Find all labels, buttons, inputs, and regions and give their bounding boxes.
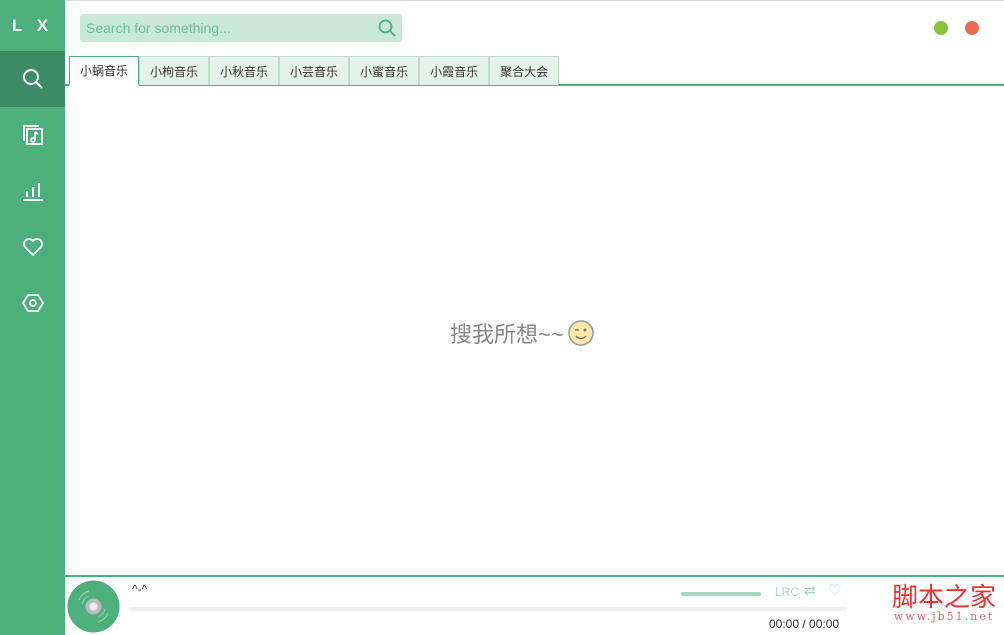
tab-source[interactable]: 聚合大会 xyxy=(489,56,560,85)
sidebar: L X xyxy=(0,0,65,635)
heart-icon xyxy=(22,238,43,257)
wink-emoji-icon xyxy=(567,320,594,346)
tab-source[interactable]: 小蜜音乐 xyxy=(349,56,420,85)
settings-icon xyxy=(21,294,44,312)
music-list-icon xyxy=(22,125,43,145)
watermark: 脚本之家 www.jb51.net xyxy=(891,583,996,623)
favorite-icon[interactable]: ♡ xyxy=(828,581,841,599)
player-bar: ^-^ 00:00 / 00:00 LRC ⇄ ♡ 脚本之家 www.jb51.n… xyxy=(65,575,1004,635)
search-box[interactable] xyxy=(80,14,402,42)
nav-favorites[interactable] xyxy=(0,219,65,275)
search-input[interactable] xyxy=(86,20,378,36)
tab-source[interactable]: 小秋音乐 xyxy=(209,56,280,85)
nav-search[interactable] xyxy=(0,51,65,107)
album-disc-icon xyxy=(67,580,120,633)
main-panel: 小蜗音乐 小枸音乐 小秋音乐 小芸音乐 小蜜音乐 小霞音乐 聚合大会 搜我所想~… xyxy=(65,0,1004,635)
search-icon[interactable] xyxy=(378,19,396,37)
nav-song-list[interactable] xyxy=(0,107,65,163)
nav-settings[interactable] xyxy=(0,275,65,331)
close-button[interactable] xyxy=(965,21,979,35)
empty-state: 搜我所想~~ xyxy=(450,317,594,349)
empty-text: 搜我所想~~ xyxy=(450,322,564,347)
tab-source[interactable]: 小蜗音乐 xyxy=(69,56,140,86)
nav-leaderboard[interactable] xyxy=(0,163,65,219)
chart-icon xyxy=(22,183,43,201)
lyrics-toggle[interactable]: LRC xyxy=(775,585,799,599)
minimize-button[interactable] xyxy=(934,21,948,35)
search-icon xyxy=(22,69,43,89)
app-logo: L X xyxy=(11,15,54,35)
song-title: ^-^ xyxy=(132,582,148,596)
tab-source[interactable]: 小霞音乐 xyxy=(419,56,490,85)
tab-source[interactable]: 小芸音乐 xyxy=(279,56,350,85)
progress-bar[interactable] xyxy=(130,607,846,611)
repeat-icon[interactable]: ⇄ xyxy=(804,582,816,599)
tab-source[interactable]: 小枸音乐 xyxy=(139,56,210,85)
volume-slider[interactable] xyxy=(681,592,761,596)
play-time: 00:00 / 00:00 xyxy=(769,617,840,631)
source-tabs: 小蜗音乐 小枸音乐 小秋音乐 小芸音乐 小蜜音乐 小霞音乐 聚合大会 xyxy=(65,56,1004,86)
